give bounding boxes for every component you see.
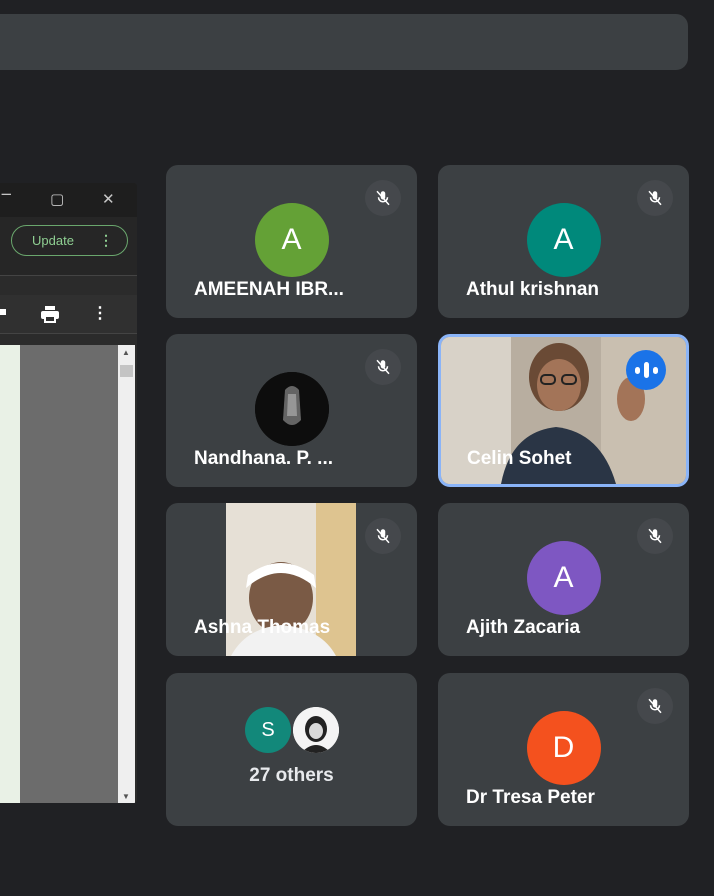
minimize-icon[interactable]: − <box>0 185 13 203</box>
print-icon[interactable] <box>39 304 61 324</box>
profile-photo-avatar <box>293 707 339 753</box>
participant-tile[interactable]: A AMEENAH IBR... <box>166 165 417 318</box>
update-button[interactable]: Update ⋮ <box>11 225 128 256</box>
mic-off-icon <box>365 349 401 385</box>
document-page <box>0 345 20 803</box>
mic-off-icon <box>637 688 673 724</box>
restore-icon[interactable]: ▢ <box>50 190 64 208</box>
top-bar <box>0 14 688 70</box>
update-label: Update <box>32 233 74 248</box>
mic-off-icon <box>365 180 401 216</box>
more-vert-icon[interactable]: ⋮ <box>92 303 108 323</box>
avatar: D <box>526 711 601 785</box>
scroll-up-icon[interactable]: ▲ <box>122 348 130 357</box>
more-vert-icon[interactable]: ⋮ <box>99 232 113 249</box>
scroll-thumb[interactable] <box>120 365 133 377</box>
participant-name: Ajith Zacaria <box>466 617 581 638</box>
close-icon[interactable]: ✕ <box>102 190 115 208</box>
document-viewer-background <box>20 345 118 803</box>
participant-tile[interactable]: A Ajith Zacaria <box>438 503 689 656</box>
mic-off-icon <box>637 180 673 216</box>
participant-name: Nandhana. P. ... <box>194 448 334 469</box>
avatar: A <box>526 541 601 615</box>
avatar: S <box>245 707 291 753</box>
speaking-indicator-icon <box>626 350 666 390</box>
scroll-down-icon[interactable]: ▼ <box>122 792 130 801</box>
avatar: A <box>254 203 329 277</box>
participant-tile[interactable]: A Athul krishnan <box>438 165 689 318</box>
participant-name: Dr Tresa Peter <box>466 787 595 808</box>
participant-name: Athul krishnan <box>466 279 600 300</box>
download-icon[interactable] <box>0 305 10 321</box>
shared-screen-window[interactable]: − ▢ ✕ Update ⋮ ⋮ ▲ ▼ <box>0 183 137 803</box>
window-titlebar: − ▢ ✕ <box>0 183 137 217</box>
participant-tile-active[interactable]: Celin Sohet <box>438 334 689 487</box>
mic-off-icon <box>637 518 673 554</box>
mic-off-icon <box>365 518 401 554</box>
participant-tile[interactable]: D Dr Tresa Peter <box>438 673 689 826</box>
participant-tile[interactable]: Nandhana. P. ... <box>166 334 417 487</box>
others-count-label: 27 others <box>249 765 334 786</box>
participant-name: Ashna Thomas <box>194 617 331 638</box>
scrollbar[interactable]: ▲ ▼ <box>118 345 135 803</box>
participant-tile[interactable]: Ashna Thomas <box>166 503 417 656</box>
avatar: A <box>526 203 601 277</box>
participant-name: Celin Sohet <box>467 448 572 469</box>
others-tile[interactable]: S 27 others <box>166 673 417 826</box>
document-toolbar: ⋮ <box>0 295 137 334</box>
participant-name: AMEENAH IBR... <box>194 279 344 300</box>
profile-photo-avatar <box>254 372 329 446</box>
